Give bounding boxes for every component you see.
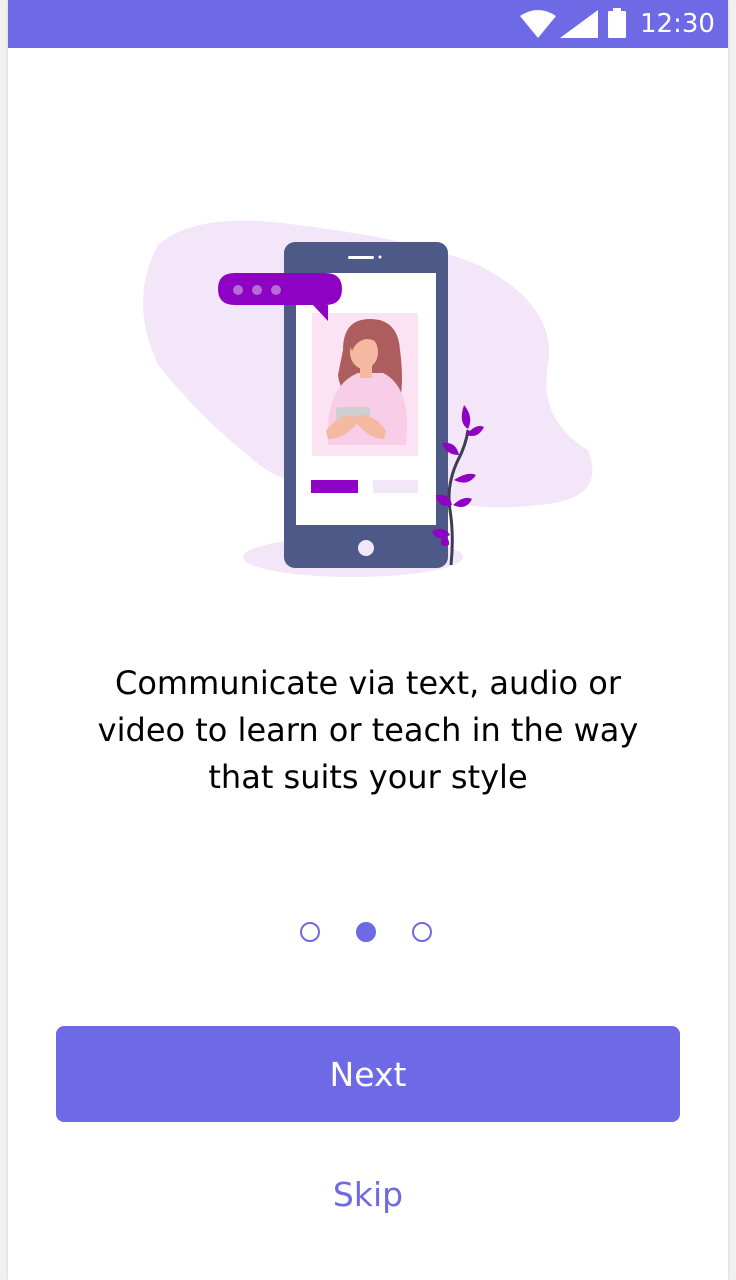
phone-home-button <box>358 540 374 556</box>
wifi-icon <box>520 10 556 38</box>
progress-bar-empty <box>373 480 418 493</box>
page-dot-2-active[interactable] <box>356 922 376 942</box>
status-time: 12:30 <box>640 9 715 39</box>
onboarding-headline: Communicate via text, audio or video to … <box>97 664 639 796</box>
next-button[interactable]: Next <box>56 1026 680 1122</box>
cellular-signal-icon <box>560 10 598 38</box>
status-bar: 12:30 <box>8 0 728 48</box>
woman-with-phone-illustration <box>143 220 593 577</box>
page-indicator <box>298 922 438 946</box>
page-dot-1[interactable] <box>300 922 320 942</box>
page-dot-3[interactable] <box>412 922 432 942</box>
progress-bar-filled <box>311 480 358 493</box>
battery-icon <box>608 8 626 38</box>
onboarding-screen: 12:30 Communicate via text, audio or vid… <box>8 0 728 1280</box>
skip-button[interactable]: Skip <box>268 1166 468 1222</box>
